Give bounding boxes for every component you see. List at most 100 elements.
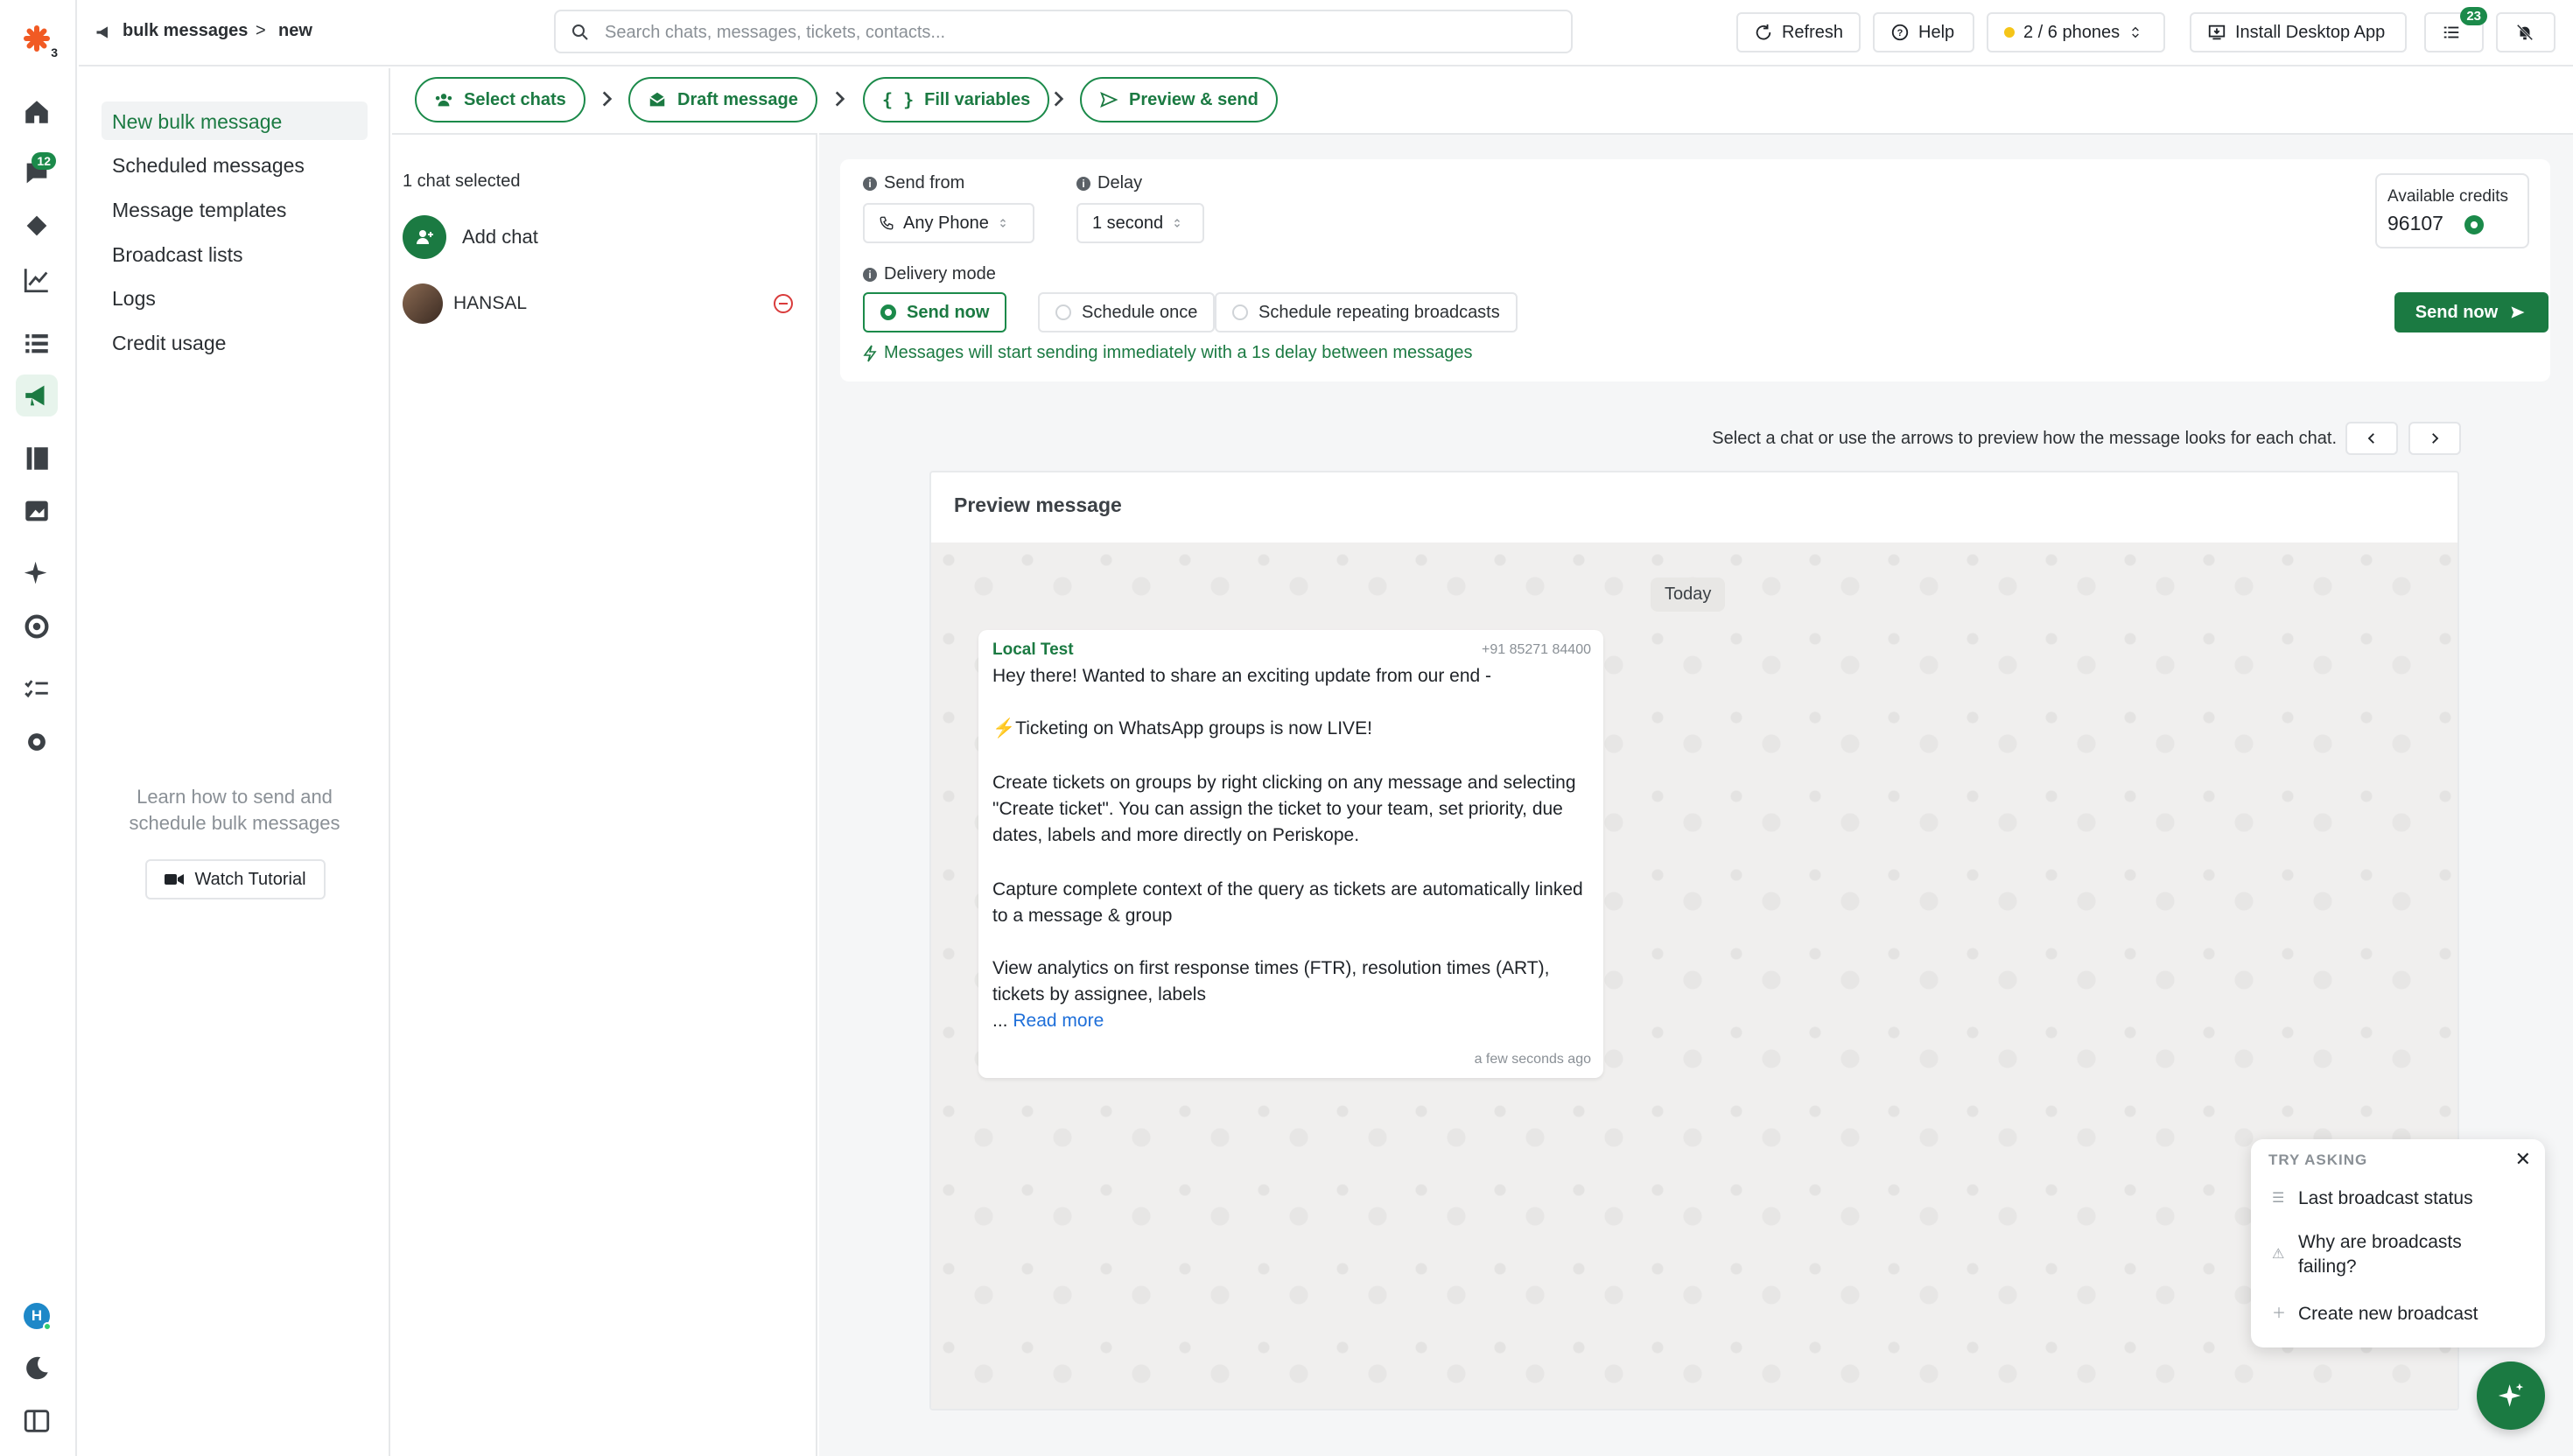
suggestion-last-broadcast[interactable]: ☰ Last broadcast status [2272,1186,2473,1211]
sparkles-icon [2498,1382,2524,1407]
learn-text-1: Learn how to send and [137,786,333,808]
list-icon[interactable] [16,322,58,364]
updown-chevron-icon [1174,219,1181,228]
sparkles-icon[interactable] [16,553,58,595]
mode-send-now-label: Send now [907,302,990,322]
braces-icon: { } [882,89,915,110]
watch-tutorial-label: Watch Tutorial [194,869,306,889]
step-preview-send-label: Preview & send [1129,89,1258,109]
avatar [403,284,443,324]
search-placeholder: Search chats, messages, tickets, contact… [605,23,946,42]
mode-schedule-once[interactable]: Schedule once [1038,292,1216,332]
list-item[interactable]: HANSAL [403,282,807,326]
breadcrumb-new: new [278,21,312,40]
step-select-chats-label: Select chats [464,89,566,109]
step-select-chats[interactable]: Select chats [415,77,585,122]
refresh-icon [1756,24,1771,40]
help-button[interactable]: ? Help [1873,12,1974,52]
contacts-book-icon[interactable] [16,438,58,480]
sender-phone: +91 85271 84400 [1481,642,1591,657]
envelope-icon [649,92,665,107]
radio-icon [880,304,896,320]
settings-icon[interactable] [16,721,58,763]
close-icon[interactable]: ✕ [2515,1148,2531,1171]
install-label: Install Desktop App [2235,22,2386,42]
nav-scheduled-messages[interactable]: Scheduled messages [102,145,368,184]
home-icon[interactable] [16,91,58,133]
ai-assistant-button[interactable] [2477,1362,2545,1430]
breadcrumb-bulk-messages[interactable]: bulk messages [123,21,248,41]
nav-new-bulk-message[interactable]: New bulk message [102,102,368,140]
next-chat-button[interactable] [2408,422,2461,455]
megaphone-icon[interactable] [16,374,58,416]
send-from-select[interactable]: Any Phone [863,203,1034,243]
delay-label-text: Delay [1097,173,1143,192]
delivery-note: Messages will start sending immediately … [863,343,1473,363]
message-line: Create tickets on groups by right clicki… [992,773,1576,845]
logo-icon[interactable]: 3 [16,18,58,60]
nav-broadcast-lists[interactable]: Broadcast lists [102,234,368,273]
step-preview-send[interactable]: Preview & send [1080,77,1278,122]
chevron-right-icon [835,91,845,107]
preview-title: Preview message [954,494,1122,516]
tasks-button[interactable]: 23 [2424,7,2487,52]
nav-logs[interactable]: Logs [102,278,368,317]
sidebar-toggle-icon[interactable] [16,1400,58,1442]
chevron-right-icon [1054,91,1064,107]
checklist-icon[interactable] [16,668,58,710]
ellipsis: ... [992,1011,1008,1031]
selected-chats-panel: 1 chat selected Add chat HANSAL [392,133,817,1456]
step-fill-variables[interactable]: { } Fill variables [863,77,1050,122]
moon-icon[interactable] [16,1348,58,1390]
suggestion-create-broadcast[interactable]: ＋ Create new broadcast [2272,1302,2478,1326]
icon-rail: 3 12 H [0,0,77,1456]
search-input[interactable]: Search chats, messages, tickets, contact… [554,10,1573,53]
download-icon [2208,24,2226,40]
suggestion-label: Create new broadcast [2298,1304,2478,1324]
install-desktop-button[interactable]: Install Desktop App [2190,12,2407,52]
notifications-button[interactable] [2496,12,2555,52]
refresh-button[interactable]: Refresh [1736,12,1861,52]
send-now-button[interactable]: Send now [2394,292,2548,332]
read-more-link[interactable]: Read more [1013,1011,1104,1031]
integrations-gear-icon[interactable] [16,606,58,648]
chat-wallpaper: Today Local Test +91 85271 84400 Hey the… [931,542,2457,1409]
megaphone-small-icon [95,24,112,46]
nav-message-templates[interactable]: Message templates [102,190,368,228]
phones-selector[interactable]: 2 / 6 phones [1987,12,2165,52]
remove-circle-icon[interactable] [774,294,793,313]
chevron-right-icon [602,91,613,107]
prev-chat-button[interactable] [2345,422,2398,455]
credits-label: Available credits [2387,187,2509,206]
logo-badge: 3 [51,46,58,60]
try-asking-popup: TRY ASKING ✕ ☰ Last broadcast status ⚠ W… [2251,1139,2545,1348]
updown-chevron-icon [999,219,1006,228]
add-chat-button[interactable]: Add chat [403,215,538,259]
message-line: ⚡Ticketing on WhatsApp groups is now LIV… [992,718,1372,738]
try-asking-title: TRY ASKING [2268,1152,2368,1168]
avatar-letter: H [31,1307,43,1324]
delay-value: 1 second [1092,213,1164,233]
delay-select[interactable]: 1 second [1076,203,1204,243]
send-settings-card: i Send from Any Phone i Delay 1 second i… [840,159,2550,382]
suggestion-broadcasts-failing[interactable]: ⚠ Why are broadcasts failing? [2272,1230,2517,1279]
add-chat-label: Add chat [462,226,538,248]
avatar[interactable]: H [16,1295,58,1337]
chat-name: HANSAL [453,293,528,313]
analytics-icon[interactable] [16,259,58,301]
mode-schedule-repeating[interactable]: Schedule repeating broadcasts [1215,292,1518,332]
mode-send-now[interactable]: Send now [863,292,1007,332]
watch-tutorial-button[interactable]: Watch Tutorial [145,859,326,900]
send-from-label: i Send from [863,173,964,193]
chat-icon[interactable]: 12 [16,152,58,194]
nav-credit-usage[interactable]: Credit usage [102,323,368,361]
ticket-icon[interactable] [16,205,58,247]
step-draft-message[interactable]: Draft message [628,77,817,122]
suggestion-label: Last broadcast status [2298,1188,2473,1208]
step-fill-variables-label: Fill variables [924,89,1031,109]
phone-icon [880,216,894,230]
plus-circle-icon[interactable] [2464,215,2484,234]
media-icon[interactable] [16,490,58,532]
info-icon: i [1076,176,1090,191]
tasks-list-icon [2443,26,2459,38]
